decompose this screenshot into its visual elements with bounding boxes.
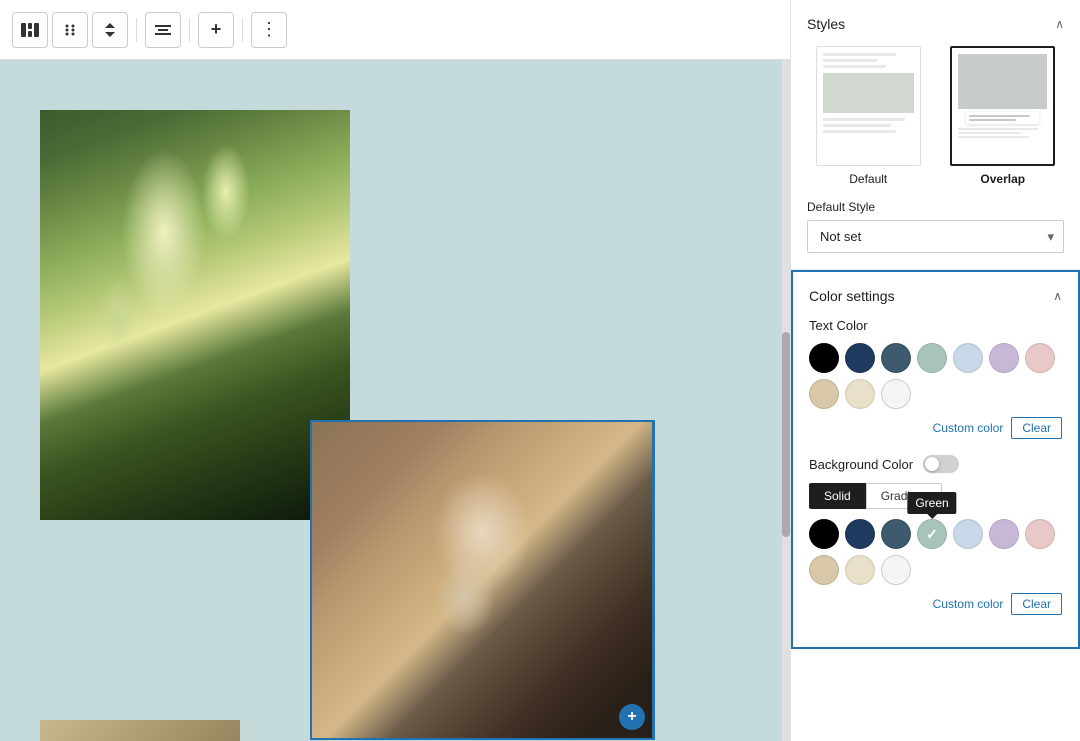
- bg-color-subsection: Background Color Solid Gradient Green: [809, 455, 1062, 615]
- bg-swatch-black[interactable]: [809, 519, 839, 549]
- default-style-select-wrapper: Not set: [807, 220, 1064, 253]
- canvas-area: +: [0, 60, 790, 741]
- swatch-white[interactable]: [881, 379, 911, 409]
- swatch-sage-green[interactable]: [917, 343, 947, 373]
- portrait-painting: [312, 422, 653, 738]
- styles-header: Styles ∧: [807, 16, 1064, 32]
- default-style-field: Default Style Not set: [807, 200, 1064, 253]
- bg-swatch-lavender[interactable]: [989, 519, 1019, 549]
- text-color-swatches: [809, 343, 1062, 409]
- move-up-down-btn[interactable]: [92, 12, 128, 48]
- add-block-handle[interactable]: +: [619, 704, 645, 730]
- styles-collapse-btn[interactable]: ∧: [1055, 17, 1064, 31]
- swatch-slate[interactable]: [881, 343, 911, 373]
- bg-swatch-green-container: Green: [917, 519, 947, 549]
- color-settings-header: Color settings ∧: [809, 288, 1062, 304]
- default-style-select[interactable]: Not set: [807, 220, 1064, 253]
- toolbar: + ⋮: [0, 0, 790, 60]
- swatch-black[interactable]: [809, 343, 839, 373]
- toolbar-divider: [136, 18, 137, 42]
- bg-swatch-slate[interactable]: [881, 519, 911, 549]
- bg-tab-gradient[interactable]: Gradient: [866, 483, 942, 509]
- color-settings-collapse-btn[interactable]: ∧: [1053, 289, 1062, 303]
- bg-swatch-sage-green[interactable]: [917, 519, 947, 549]
- bg-toggle[interactable]: [923, 455, 959, 473]
- third-painting: [40, 720, 240, 741]
- bg-custom-color-link[interactable]: Custom color: [933, 597, 1004, 611]
- gallery-image-3: [40, 720, 240, 741]
- toggle-knob: [925, 457, 939, 471]
- style-default-label: Default: [849, 172, 887, 186]
- swatch-cream[interactable]: [845, 379, 875, 409]
- text-clear-btn[interactable]: Clear: [1011, 417, 1062, 439]
- toolbar-divider-3: [242, 18, 243, 42]
- text-color-action-row: Custom color Clear: [809, 417, 1062, 439]
- swatch-dark-blue[interactable]: [845, 343, 875, 373]
- bg-swatch-dark-blue[interactable]: [845, 519, 875, 549]
- color-settings-title: Color settings: [809, 288, 895, 304]
- bg-color-action-row: Custom color Clear: [809, 593, 1062, 615]
- bg-tabs: Solid Gradient: [809, 483, 1062, 509]
- style-overlap[interactable]: Overlap: [942, 46, 1065, 186]
- text-color-label: Text Color: [809, 318, 1062, 333]
- editor-area: + ⋮ +: [0, 0, 790, 741]
- swatch-lavender[interactable]: [989, 343, 1019, 373]
- more-options-btn[interactable]: ⋮: [251, 12, 287, 48]
- scroll-bar[interactable]: [782, 60, 790, 741]
- garden-painting: [40, 110, 350, 520]
- swatch-tan[interactable]: [809, 379, 839, 409]
- style-overlap-preview: [950, 46, 1055, 166]
- style-thumbnails: Default Overl: [807, 46, 1064, 186]
- right-panel: Styles ∧ Default: [790, 0, 1080, 741]
- gallery-image-1: [40, 110, 350, 520]
- gallery-image-2[interactable]: +: [310, 420, 655, 740]
- bg-color-swatches: Green: [809, 519, 1062, 585]
- swatch-light-blue[interactable]: [953, 343, 983, 373]
- bg-swatch-blush[interactable]: [1025, 519, 1055, 549]
- bg-swatch-tan[interactable]: [809, 555, 839, 585]
- bg-swatch-cream[interactable]: [845, 555, 875, 585]
- bg-header-row: Background Color: [809, 455, 1062, 473]
- bg-swatch-white[interactable]: [881, 555, 911, 585]
- styles-title: Styles: [807, 16, 845, 32]
- text-color-subsection: Text Color Custom color Clear: [809, 318, 1062, 439]
- align-btn[interactable]: [145, 12, 181, 48]
- swatch-blush[interactable]: [1025, 343, 1055, 373]
- bg-clear-btn[interactable]: Clear: [1011, 593, 1062, 615]
- selection-border: [652, 420, 654, 740]
- style-overlap-label: Overlap: [980, 172, 1025, 186]
- bg-color-label: Background Color: [809, 457, 913, 472]
- add-btn[interactable]: +: [198, 12, 234, 48]
- styles-section: Styles ∧ Default: [791, 0, 1080, 270]
- bg-swatch-light-blue[interactable]: [953, 519, 983, 549]
- toolbar-divider-2: [189, 18, 190, 42]
- layout-icon-btn[interactable]: [12, 12, 48, 48]
- style-default-preview: [816, 46, 921, 166]
- color-settings-section: Color settings ∧ Text Color Custom color…: [791, 270, 1080, 649]
- bg-tab-solid[interactable]: Solid: [809, 483, 866, 509]
- scroll-thumb[interactable]: [782, 332, 790, 536]
- style-default[interactable]: Default: [807, 46, 930, 186]
- text-custom-color-link[interactable]: Custom color: [933, 421, 1004, 435]
- default-style-label: Default Style: [807, 200, 1064, 214]
- drag-handle-btn[interactable]: [52, 12, 88, 48]
